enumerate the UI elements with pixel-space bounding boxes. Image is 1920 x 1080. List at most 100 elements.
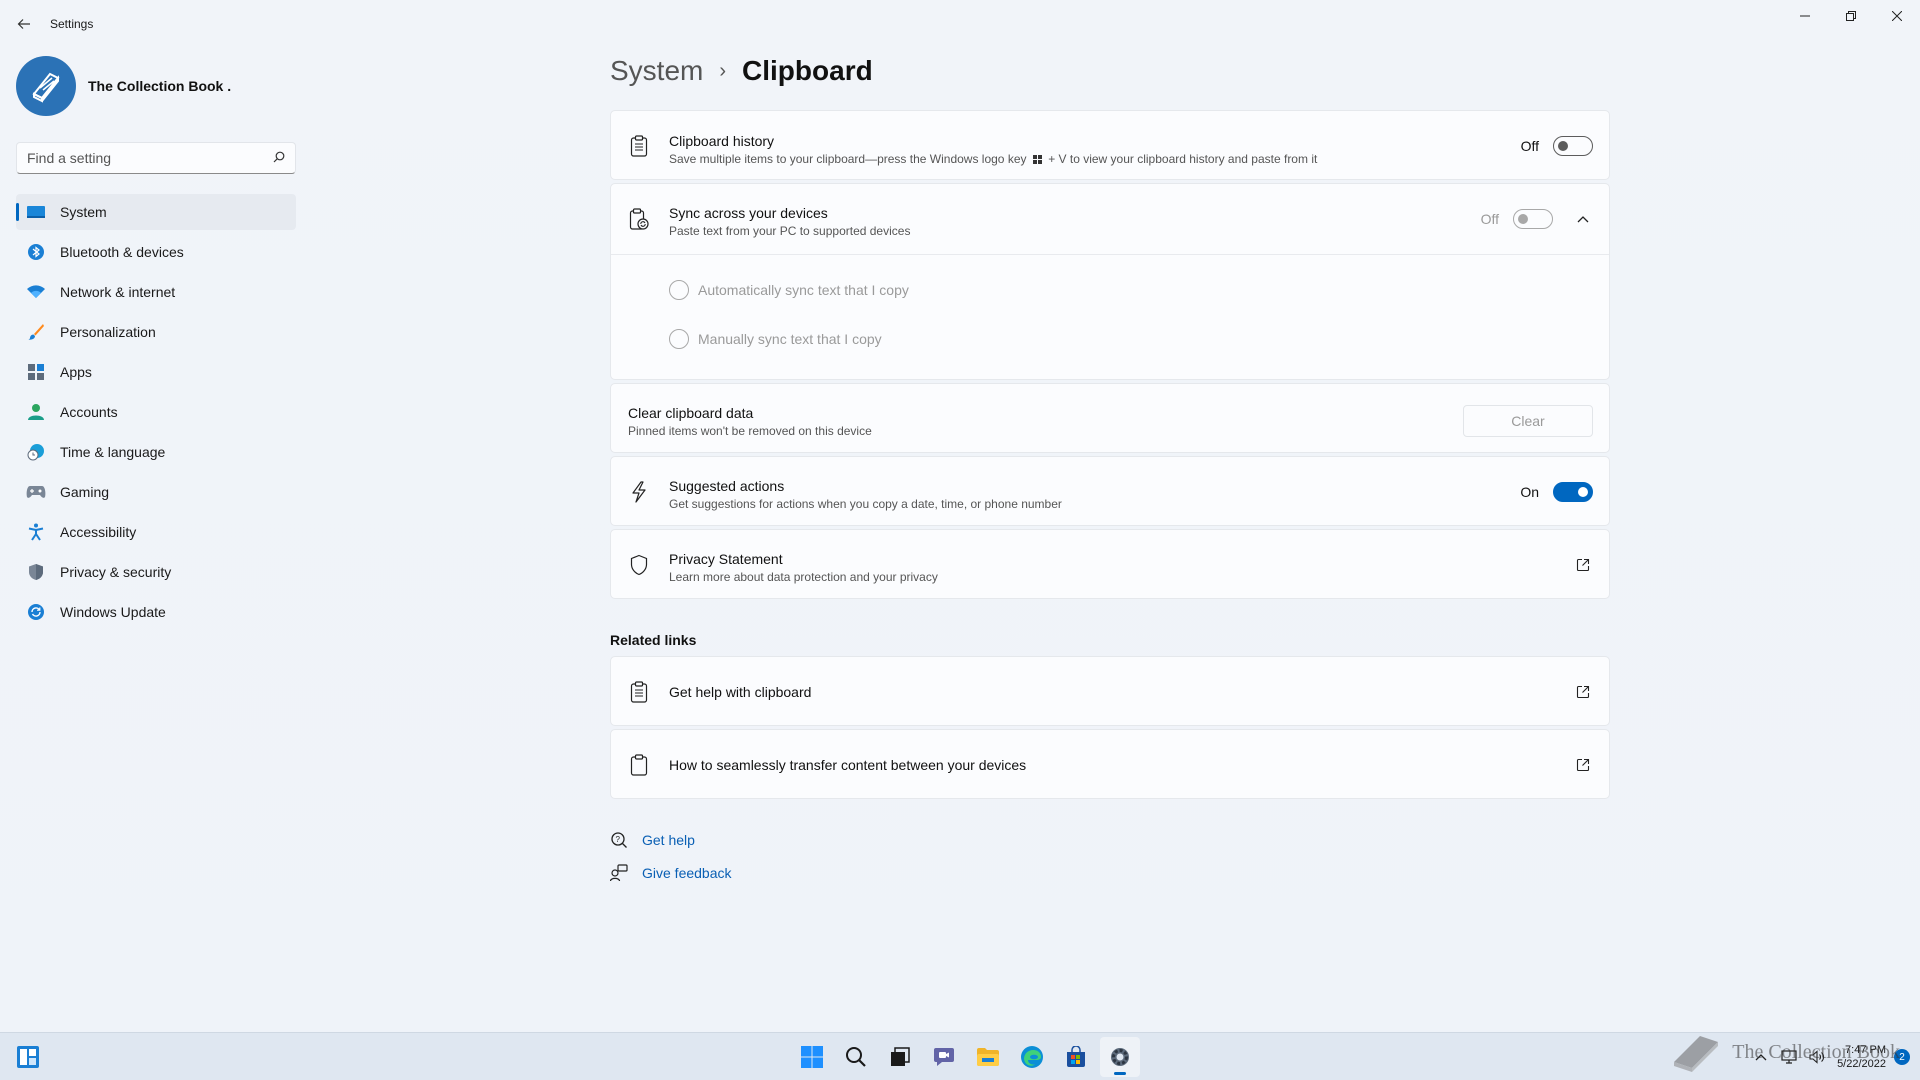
sync-state: Off xyxy=(1480,211,1499,227)
window-controls xyxy=(1782,0,1920,32)
title-bar: Settings xyxy=(0,0,1920,48)
back-button[interactable] xyxy=(12,12,36,36)
external-link-icon[interactable] xyxy=(1573,755,1593,775)
chevron-up-icon xyxy=(1577,216,1589,223)
sidebar-item-windows-update[interactable]: Windows Update xyxy=(16,594,296,630)
widgets-icon xyxy=(17,1046,39,1068)
folder-icon xyxy=(977,1048,999,1066)
clipboard-history-card: Clipboard history Save multiple items to… xyxy=(610,110,1610,180)
clear-button[interactable]: Clear xyxy=(1463,405,1593,437)
taskbar-search-button[interactable] xyxy=(836,1037,876,1077)
radio-manual-sync-label: Manually sync text that I copy xyxy=(698,331,882,347)
collapse-sync-button[interactable] xyxy=(1573,209,1593,229)
sidebar-item-system[interactable]: System xyxy=(16,194,296,230)
sync-toggle[interactable] xyxy=(1513,209,1553,229)
search-box[interactable] xyxy=(16,142,296,174)
back-arrow-icon xyxy=(17,19,30,29)
sidebar-item-apps[interactable]: Apps xyxy=(16,354,296,390)
get-help-link[interactable]: ? Get help xyxy=(610,831,695,849)
svg-text:?: ? xyxy=(616,835,621,844)
sync-devices-card: Sync across your devices Paste text from… xyxy=(610,183,1610,380)
file-explorer-button[interactable] xyxy=(968,1037,1008,1077)
bluetooth-icon xyxy=(26,242,46,262)
close-icon xyxy=(1892,11,1902,21)
task-view-icon xyxy=(891,1047,910,1066)
sync-title: Sync across your devices xyxy=(669,205,828,221)
wifi-icon xyxy=(26,282,46,302)
search-icon xyxy=(846,1047,866,1067)
clear-clipboard-title: Clear clipboard data xyxy=(628,405,754,421)
volume-icon[interactable] xyxy=(1805,1045,1829,1069)
clipboard-history-subtitle-after: + V to view your clipboard history and p… xyxy=(1048,152,1318,166)
start-button[interactable] xyxy=(792,1037,832,1077)
sidebar-item-label: Personalization xyxy=(60,324,156,340)
radio-button[interactable] xyxy=(669,329,689,349)
task-view-button[interactable] xyxy=(880,1037,920,1077)
chat-button[interactable] xyxy=(924,1037,964,1077)
sync-subtitle: Paste text from your PC to supported dev… xyxy=(669,224,911,238)
sidebar-item-network[interactable]: Network & internet xyxy=(16,274,296,310)
clipboard-list-icon xyxy=(627,680,651,704)
suggested-actions-toggle[interactable] xyxy=(1553,482,1593,502)
edge-browser-button[interactable] xyxy=(1012,1037,1052,1077)
privacy-statement-subtitle: Learn more about data protection and you… xyxy=(669,570,938,584)
sidebar-item-personalization[interactable]: Personalization xyxy=(16,314,296,350)
clipboard-history-toggle[interactable] xyxy=(1553,136,1593,156)
sidebar-item-label: Accessibility xyxy=(60,524,137,540)
clipboard-icon xyxy=(627,753,651,777)
sidebar-item-label: Windows Update xyxy=(60,604,166,620)
clear-clipboard-card: Clear clipboard data Pinned items won't … xyxy=(610,383,1610,453)
related-link-label: How to seamlessly transfer content betwe… xyxy=(669,757,1027,773)
radio-button[interactable] xyxy=(669,280,689,300)
related-link-label: Get help with clipboard xyxy=(669,684,812,700)
sidebar-item-privacy[interactable]: Privacy & security xyxy=(16,554,296,590)
sidebar-item-accounts[interactable]: Accounts xyxy=(16,394,296,430)
sidebar-item-label: System xyxy=(60,204,107,220)
sidebar-item-label: Bluetooth & devices xyxy=(60,244,184,260)
network-icon[interactable] xyxy=(1777,1045,1801,1069)
settings-window: Settings The Collection Book . Find a se… xyxy=(0,0,1920,1032)
external-link-icon[interactable] xyxy=(1573,682,1593,702)
minimize-button[interactable] xyxy=(1782,0,1828,32)
settings-app-button[interactable] xyxy=(1100,1037,1140,1077)
related-link-clipboard-help[interactable]: Get help with clipboard xyxy=(610,656,1610,726)
clipboard-history-subtitle-before: Save multiple items to your clipboard—pr… xyxy=(669,152,1027,166)
sidebar-item-label: Gaming xyxy=(60,484,110,500)
search-icon[interactable] xyxy=(273,151,285,166)
suggested-actions-card: Suggested actions Get suggestions for ac… xyxy=(610,456,1610,526)
sidebar-item-gaming[interactable]: Gaming xyxy=(16,474,296,510)
breadcrumb: System › Clipboard xyxy=(610,55,873,87)
search-input[interactable] xyxy=(27,150,273,166)
privacy-statement-card[interactable]: Privacy Statement Learn more about data … xyxy=(610,529,1610,599)
related-link-transfer-content[interactable]: How to seamlessly transfer content betwe… xyxy=(610,729,1610,799)
clipboard-history-subtitle: Save multiple items to your clipboard—pr… xyxy=(669,152,1317,166)
sidebar-item-label: Privacy & security xyxy=(60,564,172,580)
book-logo-icon xyxy=(32,72,60,103)
sidebar-item-bluetooth[interactable]: Bluetooth & devices xyxy=(16,234,296,270)
clipboard-history-title: Clipboard history xyxy=(669,133,775,149)
give-feedback-link[interactable]: Give feedback xyxy=(610,864,732,882)
radio-auto-sync[interactable]: Automatically sync text that I copy xyxy=(669,280,909,300)
widgets-button[interactable] xyxy=(16,1045,40,1069)
windows-logo-icon xyxy=(1032,155,1042,164)
taskbar-apps xyxy=(790,1033,1142,1080)
external-link-icon[interactable] xyxy=(1573,555,1593,575)
sidebar-item-time-language[interactable]: Time & language xyxy=(16,434,296,470)
radio-manual-sync[interactable]: Manually sync text that I copy xyxy=(669,329,882,349)
restore-icon xyxy=(1846,11,1856,21)
suggested-actions-state: On xyxy=(1520,484,1539,500)
breadcrumb-parent[interactable]: System xyxy=(610,55,703,87)
sidebar-item-accessibility[interactable]: Accessibility xyxy=(16,514,296,550)
store-button[interactable] xyxy=(1056,1037,1096,1077)
breadcrumb-separator: › xyxy=(719,59,727,82)
chevron-up-icon[interactable] xyxy=(1749,1045,1773,1069)
close-button[interactable] xyxy=(1874,0,1920,32)
get-help-label: Get help xyxy=(642,832,695,848)
avatar xyxy=(16,56,76,116)
clock-date: 5/22/2022 xyxy=(1837,1058,1886,1070)
user-profile[interactable]: The Collection Book . xyxy=(16,56,231,116)
clock[interactable]: 7:47 PM 5/22/2022 xyxy=(1837,1043,1886,1071)
sidebar-nav: System Bluetooth & devices Network & int… xyxy=(16,194,296,634)
restore-button[interactable] xyxy=(1828,0,1874,32)
notification-badge[interactable]: 2 xyxy=(1894,1049,1910,1065)
